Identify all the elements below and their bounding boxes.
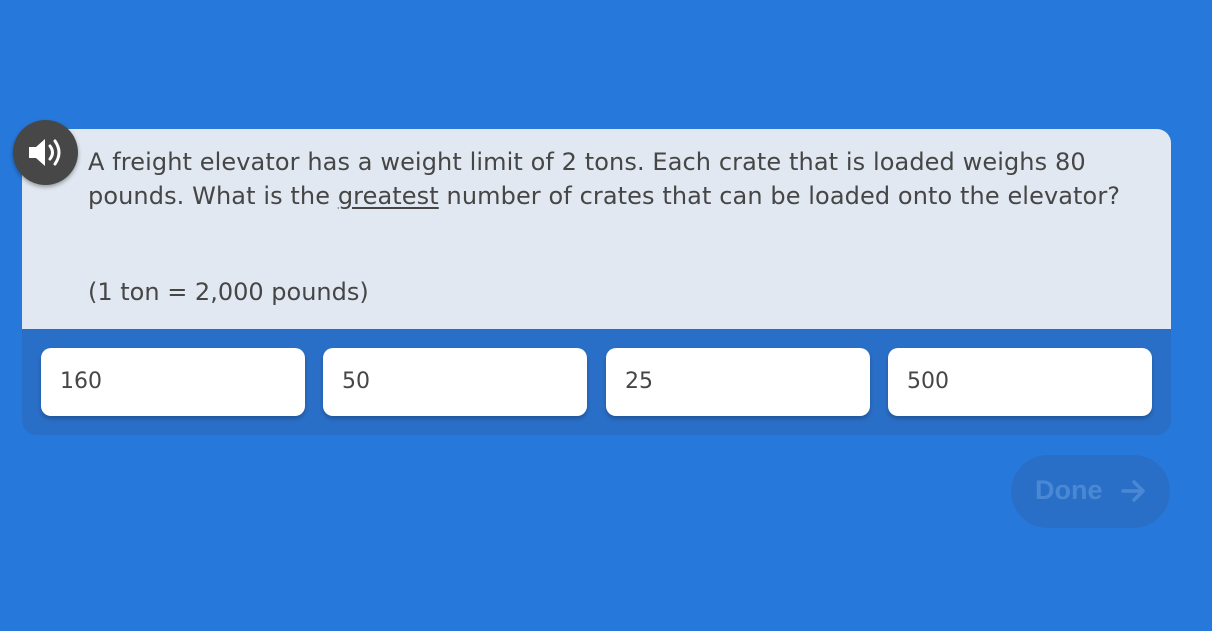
answer-option-3[interactable]: 25: [606, 348, 870, 416]
answer-options: 160 50 25 500: [22, 329, 1171, 435]
question-text-end: number of crates that can be loaded onto…: [438, 181, 1121, 210]
question-panel: A freight elevator has a weight limit of…: [22, 129, 1171, 329]
question-card: A freight elevator has a weight limit of…: [22, 129, 1171, 435]
answer-option-1[interactable]: 160: [41, 348, 305, 416]
answer-option-label: 25: [625, 369, 653, 394]
question-emphasis: greatest: [337, 181, 439, 210]
answer-option-label: 50: [342, 369, 370, 394]
audio-button[interactable]: [13, 120, 78, 185]
done-button[interactable]: Done: [1011, 455, 1170, 528]
answer-option-label: 160: [60, 369, 102, 394]
question-text: A freight elevator has a weight limit of…: [88, 146, 1148, 213]
conversion-note: (1 ton = 2,000 pounds): [88, 278, 369, 306]
speaker-icon: [29, 139, 61, 166]
done-button-label: Done: [1035, 475, 1103, 505]
answer-option-2[interactable]: 50: [323, 348, 587, 416]
answer-option-label: 500: [907, 369, 949, 394]
arrow-right-icon: [1121, 480, 1145, 502]
answer-option-4[interactable]: 500: [888, 348, 1152, 416]
